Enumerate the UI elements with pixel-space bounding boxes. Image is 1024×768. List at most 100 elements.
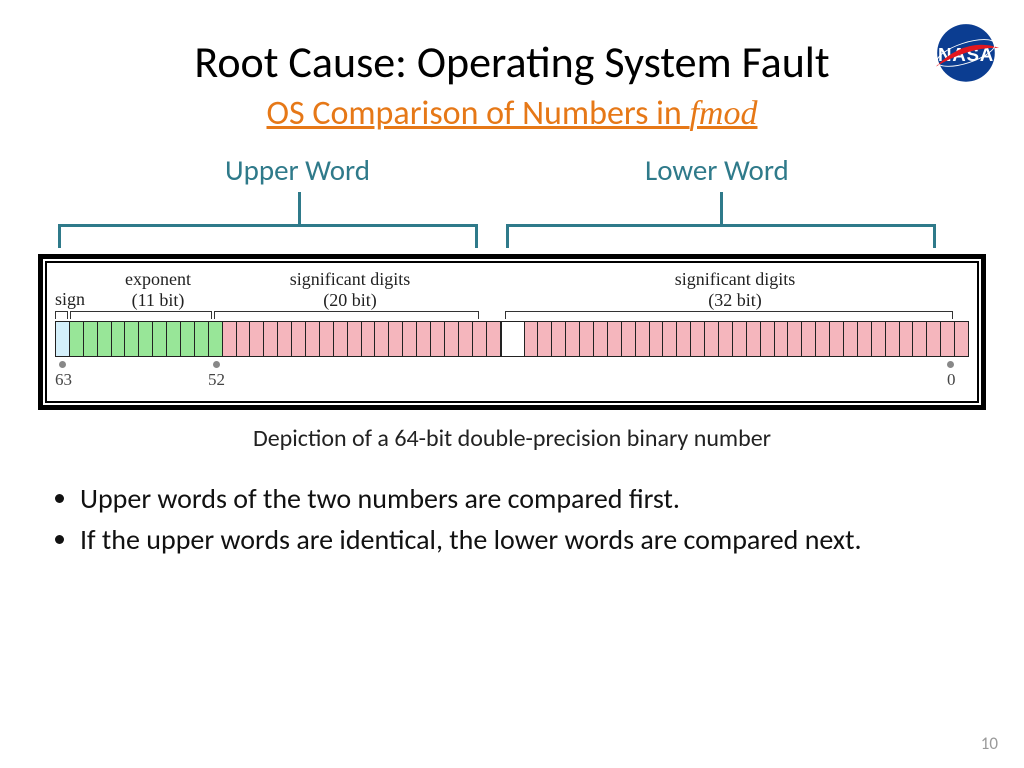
bit-cell: [389, 322, 403, 356]
bit-cell: [112, 322, 126, 356]
bit-cell: [830, 322, 844, 356]
index-0: 0: [947, 370, 956, 390]
lower-bracket: [506, 224, 936, 248]
bit-cell: [445, 322, 459, 356]
upper-word-label: Upper Word: [225, 152, 370, 188]
bit-index-row: 63 52 0: [55, 361, 969, 391]
exponent-label-line1: exponent: [103, 269, 213, 290]
bit-cell: [636, 322, 650, 356]
nasa-logo: NASA: [930, 22, 1002, 84]
bit-cell: [802, 322, 816, 356]
bit-cell: [209, 322, 223, 356]
field-labels: sign exponent (11 bit) significant digit…: [55, 269, 969, 311]
bit-cell: [955, 322, 968, 356]
sig20-label: significant digits (20 bit): [235, 269, 465, 311]
bit-cell: [719, 322, 733, 356]
bit-cell: [320, 322, 334, 356]
bit-cell: [195, 322, 209, 356]
sig32-bracket: [505, 311, 953, 319]
field-brackets: [55, 311, 969, 321]
bit-cell: [580, 322, 594, 356]
subtitle-text: OS Comparison of Numbers in: [267, 93, 690, 134]
bit-cell: [403, 322, 417, 356]
bullet-list: Upper words of the two numbers are compa…: [56, 481, 968, 559]
sig20-bracket: [214, 311, 479, 319]
dot-63: [59, 361, 66, 368]
slide-subtitle: OS Comparison of Numbers in fmod: [0, 93, 1024, 134]
sign-bracket: [55, 311, 68, 319]
bit-cell: [417, 322, 431, 356]
bit-cell: [788, 322, 802, 356]
bit-cell: [775, 322, 789, 356]
bit-cell: [250, 322, 264, 356]
diagram-caption: Depiction of a 64-bit double-precision b…: [0, 424, 1024, 453]
bits-row: [55, 321, 969, 357]
bit-cell: [622, 322, 636, 356]
sig32-label-line2: (32 bit): [595, 290, 875, 311]
bit-cell: [487, 322, 501, 356]
bit-cell: [913, 322, 927, 356]
exponent-label-line2: (11 bit): [103, 290, 213, 311]
bullet-item: If the upper words are identical, the lo…: [80, 522, 968, 559]
bit-cell: [691, 322, 705, 356]
bit-cell: [292, 322, 306, 356]
bit-cell: [594, 322, 608, 356]
bit-cell: [473, 322, 487, 356]
bit-cell: [181, 322, 195, 356]
exponent-bracket: [70, 311, 212, 319]
sig20-label-line1: significant digits: [235, 269, 465, 290]
bit-cell: [761, 322, 775, 356]
bit-cell: [538, 322, 552, 356]
bit-cell: [733, 322, 747, 356]
bit-cell: [816, 322, 830, 356]
bit-cell: [844, 322, 858, 356]
sign-label: sign: [55, 289, 85, 310]
bit-cell: [125, 322, 139, 356]
bit-cell: [431, 322, 445, 356]
dot-0: [947, 361, 954, 368]
dot-52: [213, 361, 220, 368]
bit-cell: [872, 322, 886, 356]
bit-cell: [223, 322, 237, 356]
bit-cell: [886, 322, 900, 356]
bit-cell: [375, 322, 389, 356]
bit-cell: [167, 322, 181, 356]
sig32-label: significant digits (32 bit): [595, 269, 875, 311]
bullet-item: Upper words of the two numbers are compa…: [80, 481, 968, 518]
word-labels-row: Upper Word Lower Word: [0, 152, 1024, 192]
lower-word-label: Lower Word: [645, 152, 789, 188]
bit-cell: [459, 322, 473, 356]
bit-cell: [237, 322, 251, 356]
bit-cell: [56, 322, 70, 356]
bit-cell: [525, 322, 539, 356]
subtitle-code: fmod: [689, 95, 757, 132]
exponent-label: exponent (11 bit): [103, 269, 213, 311]
slide-title: Root Cause: Operating System Fault: [0, 0, 1024, 89]
bit-cell: [900, 322, 914, 356]
bit-cell: [98, 322, 112, 356]
word-gap: [501, 322, 525, 356]
bit-cell: [264, 322, 278, 356]
bit-cell: [608, 322, 622, 356]
bit-cell: [705, 322, 719, 356]
upper-stem: [298, 192, 301, 224]
bit-cell: [334, 322, 348, 356]
sig20-label-line2: (20 bit): [235, 290, 465, 311]
bit-cell: [552, 322, 566, 356]
sig32-label-line1: significant digits: [595, 269, 875, 290]
bit-cell: [747, 322, 761, 356]
bit-cell: [306, 322, 320, 356]
bit-cell: [153, 322, 167, 356]
bit-cell: [362, 322, 376, 356]
word-brackets: [0, 192, 1024, 254]
index-63: 63: [55, 370, 72, 390]
lower-stem: [720, 192, 723, 224]
bit-cell: [70, 322, 84, 356]
bit-cell: [663, 322, 677, 356]
bit-cell: [941, 322, 955, 356]
upper-bracket: [58, 224, 478, 248]
bit-cell: [278, 322, 292, 356]
bit-cell: [858, 322, 872, 356]
bit-cell: [348, 322, 362, 356]
bit-cell: [84, 322, 98, 356]
